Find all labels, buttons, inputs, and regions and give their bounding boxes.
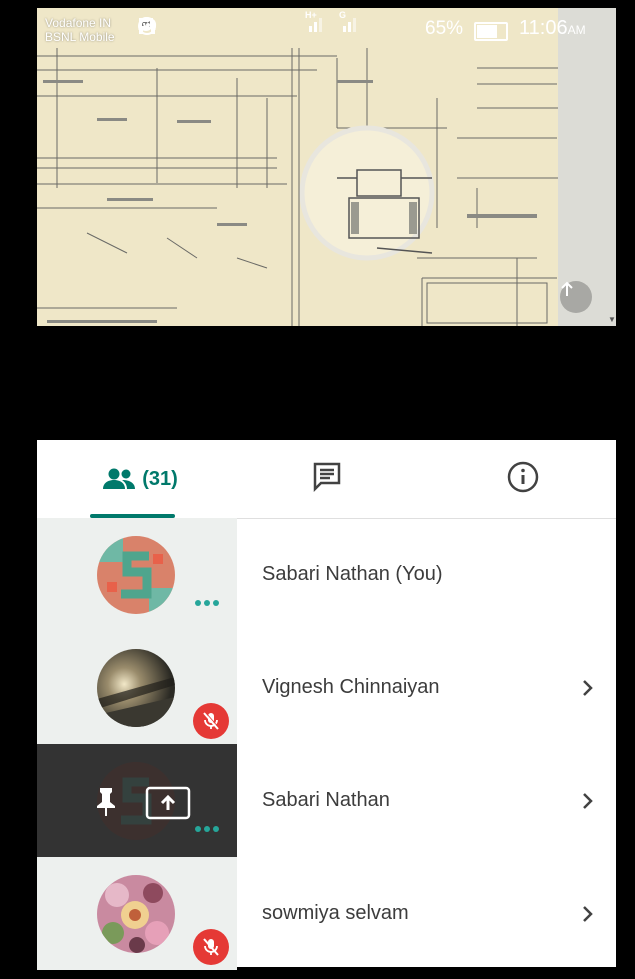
participant-name: Sabari Nathan <box>262 789 390 811</box>
participant-list: Sabari Nathan (You) Vignesh Chinnaiyan S… <box>37 518 616 970</box>
app-frame: Vodafone IN BSNL Mobile H+ G 65% 11:06AM… <box>0 0 635 979</box>
chevron-right-icon[interactable] <box>582 631 594 744</box>
meeting-panel: (31) Sabari Nathan (You) Vignesh Chinnai… <box>37 440 616 970</box>
chat-icon <box>310 460 344 499</box>
caret-down-icon: ▼ <box>608 315 616 324</box>
avatar-cell <box>37 857 237 970</box>
tab-people[interactable]: (31) <box>85 440 195 518</box>
chevron-right-icon[interactable] <box>582 857 594 970</box>
blueprint-drawing <box>37 8 616 326</box>
tab-chat[interactable] <box>307 440 347 518</box>
info-icon <box>506 460 540 499</box>
participant-row[interactable]: Vignesh Chinnaiyan <box>37 631 616 744</box>
mic-off-icon <box>193 929 229 965</box>
headphones-icon <box>138 16 293 36</box>
participant-row[interactable]: Sabari Nathan (You) <box>37 518 616 631</box>
status-bar: Vodafone IN BSNL Mobile H+ G 65% 11:06AM <box>37 8 616 48</box>
avatar <box>97 875 175 953</box>
avatar <box>97 536 175 614</box>
chevron-right-icon[interactable] <box>582 744 594 857</box>
avatar-cell <box>37 518 237 631</box>
avatar-cell <box>37 744 237 857</box>
battery-icon <box>474 22 508 41</box>
battery-percent: 65% <box>425 18 464 39</box>
participant-name: sowmiya selvam <box>262 902 409 924</box>
speaking-dots-icon <box>195 826 219 832</box>
participant-row[interactable]: Sabari Nathan <box>37 744 616 857</box>
hotspot-icon <box>139 16 259 36</box>
signal-icon: H+ <box>305 10 327 36</box>
carrier-1: Vodafone IN <box>45 16 112 30</box>
clock-ampm: AM <box>567 23 586 37</box>
tab-info[interactable] <box>499 440 547 518</box>
mic-off-icon <box>193 703 229 739</box>
arrow-up-icon[interactable] <box>560 281 592 313</box>
participant-name: Sabari Nathan (You) <box>262 563 443 585</box>
tab-bar: (31) <box>37 440 616 519</box>
people-count: (31) <box>142 467 178 490</box>
participant-name: Vignesh Chinnaiyan <box>262 676 440 698</box>
whatsapp-icon <box>138 16 225 36</box>
status-icons: H+ G <box>137 10 361 36</box>
screen-edge-strip <box>558 8 616 326</box>
carrier-2: BSNL Mobile <box>45 30 115 44</box>
clock-time: 11:06 <box>519 17 568 39</box>
avatar-cell <box>37 631 237 744</box>
present-screen-icon[interactable] <box>145 786 191 825</box>
signal-icon: G <box>339 10 361 36</box>
speaking-dots-icon <box>195 600 219 606</box>
pin-icon[interactable] <box>95 786 117 823</box>
clock: 11:06AM <box>519 17 586 40</box>
participant-row[interactable]: sowmiya selvam <box>37 857 616 970</box>
avatar <box>97 649 175 727</box>
people-icon <box>102 468 136 490</box>
hangouts-icon <box>139 16 191 36</box>
shared-screen-view[interactable]: Vodafone IN BSNL Mobile H+ G 65% 11:06AM… <box>37 8 616 326</box>
